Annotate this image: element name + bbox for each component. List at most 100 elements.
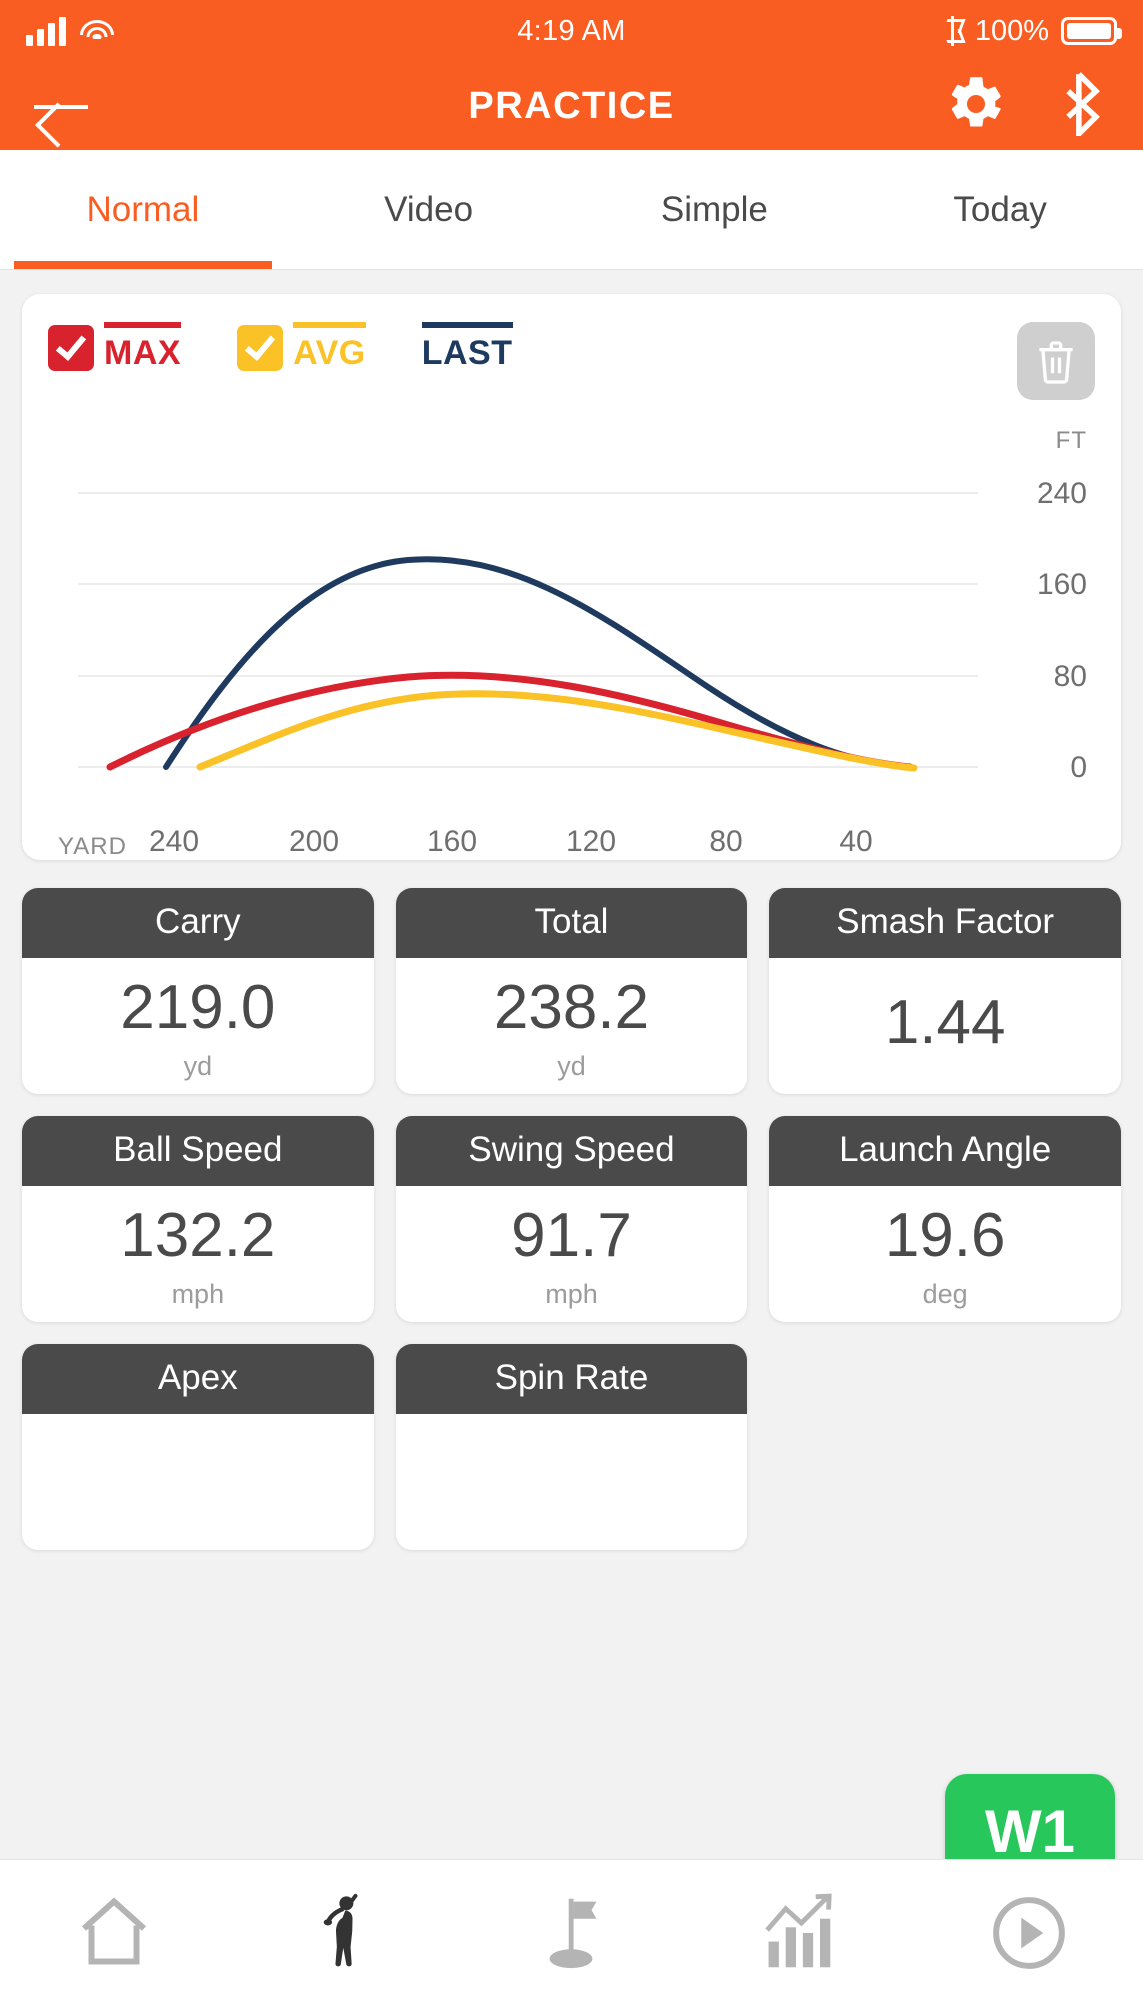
series-avg-line [196,690,918,772]
legend-item-last[interactable]: LAST [421,322,513,373]
stat-value: 132.2 [120,1200,276,1270]
legend-item-avg[interactable]: AVG [237,322,366,373]
tab-label: Normal [86,189,200,229]
battery-full-icon [1061,17,1122,45]
stat-body [396,1414,748,1550]
bluetooth-icon [943,16,963,46]
stat-card-spin-rate[interactable]: Spin Rate [395,1344,748,1550]
stat-label: Apex [22,1344,374,1414]
chart-legend: MAX AVG LAST [48,322,1095,400]
legend-item-max[interactable]: MAX [48,322,182,373]
view-tabs: Normal Video Simple Today [0,150,1143,270]
checkbox-max[interactable] [48,324,94,371]
y-tick-160: 160 [1036,568,1087,601]
x-tick-120: 120 [565,825,617,858]
stat-body: 219.0 yd [22,958,374,1094]
stat-body: 91.7 mph [396,1186,748,1322]
tab-video[interactable]: Video [286,150,572,269]
stat-label: Ball Speed [22,1116,374,1186]
stat-card-launch-angle[interactable]: Launch Angle 19.6 deg [769,1116,1121,1322]
play-circle-icon [989,1893,1069,1978]
stat-card-smash-factor[interactable]: Smash Factor 1.44 [769,888,1121,1094]
stat-body: 132.2 mph [22,1186,374,1322]
legend-label-max: MAX [104,322,182,373]
stat-body [22,1414,374,1550]
stat-card-swing-speed[interactable]: Swing Speed 91.7 mph [395,1116,748,1322]
status-bar: 4:19 AM 100% [0,0,1143,62]
status-bar-right: 100% [943,14,1122,48]
app-bar: PRACTICE [0,62,1143,150]
main-content: MAX AVG LAST FT 240 160 80 0 YARD 240 20… [0,270,1143,2011]
y-tick-80: 80 [1053,660,1087,693]
bluetooth-icon[interactable] [1053,71,1109,141]
legend-text: MAX [104,334,182,372]
nav-item-course[interactable] [457,1893,686,1978]
stat-card-carry[interactable]: Carry 219.0 yd [22,888,374,1094]
gear-icon[interactable] [945,73,1007,140]
x-axis: YARD 240 200 160 120 80 40 [48,825,1095,865]
y-axis-unit-label: FT [1055,427,1087,454]
stat-label: Spin Rate [395,1344,748,1414]
trajectory-svg [78,492,978,772]
legend-text: LAST [421,334,513,372]
battery-percent-label: 100% [974,14,1049,47]
home-icon [75,1894,153,1977]
status-bar-left [26,16,114,46]
x-tick-160: 160 [426,825,478,858]
stat-value: 91.7 [511,1200,632,1270]
x-axis-unit-label: YARD [58,833,127,860]
trajectory-chart-card: MAX AVG LAST FT 240 160 80 0 YARD 240 20… [22,294,1121,860]
tab-label: Video [384,189,474,229]
stat-value: 19.6 [884,1200,1006,1270]
stat-body: 19.6 deg [769,1186,1121,1322]
stat-label: Smash Factor [769,888,1121,958]
checkbox-avg[interactable] [237,324,284,371]
x-tick-40: 40 [839,825,873,858]
stat-unit: deg [922,1278,968,1309]
cellular-signal-icon [26,16,66,46]
legend-label-last: LAST [421,322,513,373]
y-tick-240: 240 [1036,477,1087,510]
bar-chart-icon [759,1893,841,1978]
y-tick-0: 0 [1070,751,1087,784]
stat-card-ball-speed[interactable]: Ball Speed 132.2 mph [22,1116,374,1322]
stat-value: 1.44 [884,988,1006,1057]
stat-card-total[interactable]: Total 238.2 yd [395,888,748,1094]
tab-label: Today [953,189,1047,229]
golf-swing-icon [307,1891,379,1980]
stat-unit: yd [183,1050,213,1081]
stat-body: 1.44 [769,958,1121,1094]
tab-label: Simple [660,189,768,229]
wifi-icon [80,20,114,46]
club-badge-name: W1 [985,1797,1075,1865]
legend-label-avg: AVG [293,322,366,373]
stat-label: Swing Speed [395,1116,748,1186]
chart-plot-area: FT 240 160 80 0 YARD 240 200 160 120 80 … [48,405,1095,860]
stat-card-apex[interactable]: Apex [22,1344,374,1550]
stat-body: 238.2 yd [396,958,748,1094]
tab-today[interactable]: Today [857,150,1143,269]
stat-label: Launch Angle [769,1116,1121,1186]
x-tick-200: 200 [288,825,340,858]
stat-unit: mph [545,1278,598,1309]
tab-simple[interactable]: Simple [572,150,858,269]
stat-unit: mph [171,1278,225,1309]
trash-icon[interactable] [1017,322,1095,400]
nav-item-video[interactable] [914,1893,1143,1978]
golf-flag-icon [532,1893,610,1978]
nav-item-home[interactable] [0,1894,229,1977]
x-tick-240: 240 [148,825,200,858]
bottom-navigation [0,1859,1143,2011]
stat-label: Carry [22,888,374,958]
stat-label: Total [395,888,748,958]
stat-value: 238.2 [493,972,650,1042]
x-tick-80: 80 [709,825,743,858]
stat-value: 219.0 [120,972,276,1042]
nav-item-practice[interactable] [229,1891,458,1980]
nav-item-stats[interactable] [686,1893,915,1978]
stat-card-grid: Carry 219.0 yd Total 238.2 yd Smash Fact… [22,888,1121,1550]
stat-unit: yd [557,1050,586,1081]
legend-text: AVG [293,334,366,372]
app-bar-actions [945,71,1109,141]
tab-normal[interactable]: Normal [0,150,286,269]
